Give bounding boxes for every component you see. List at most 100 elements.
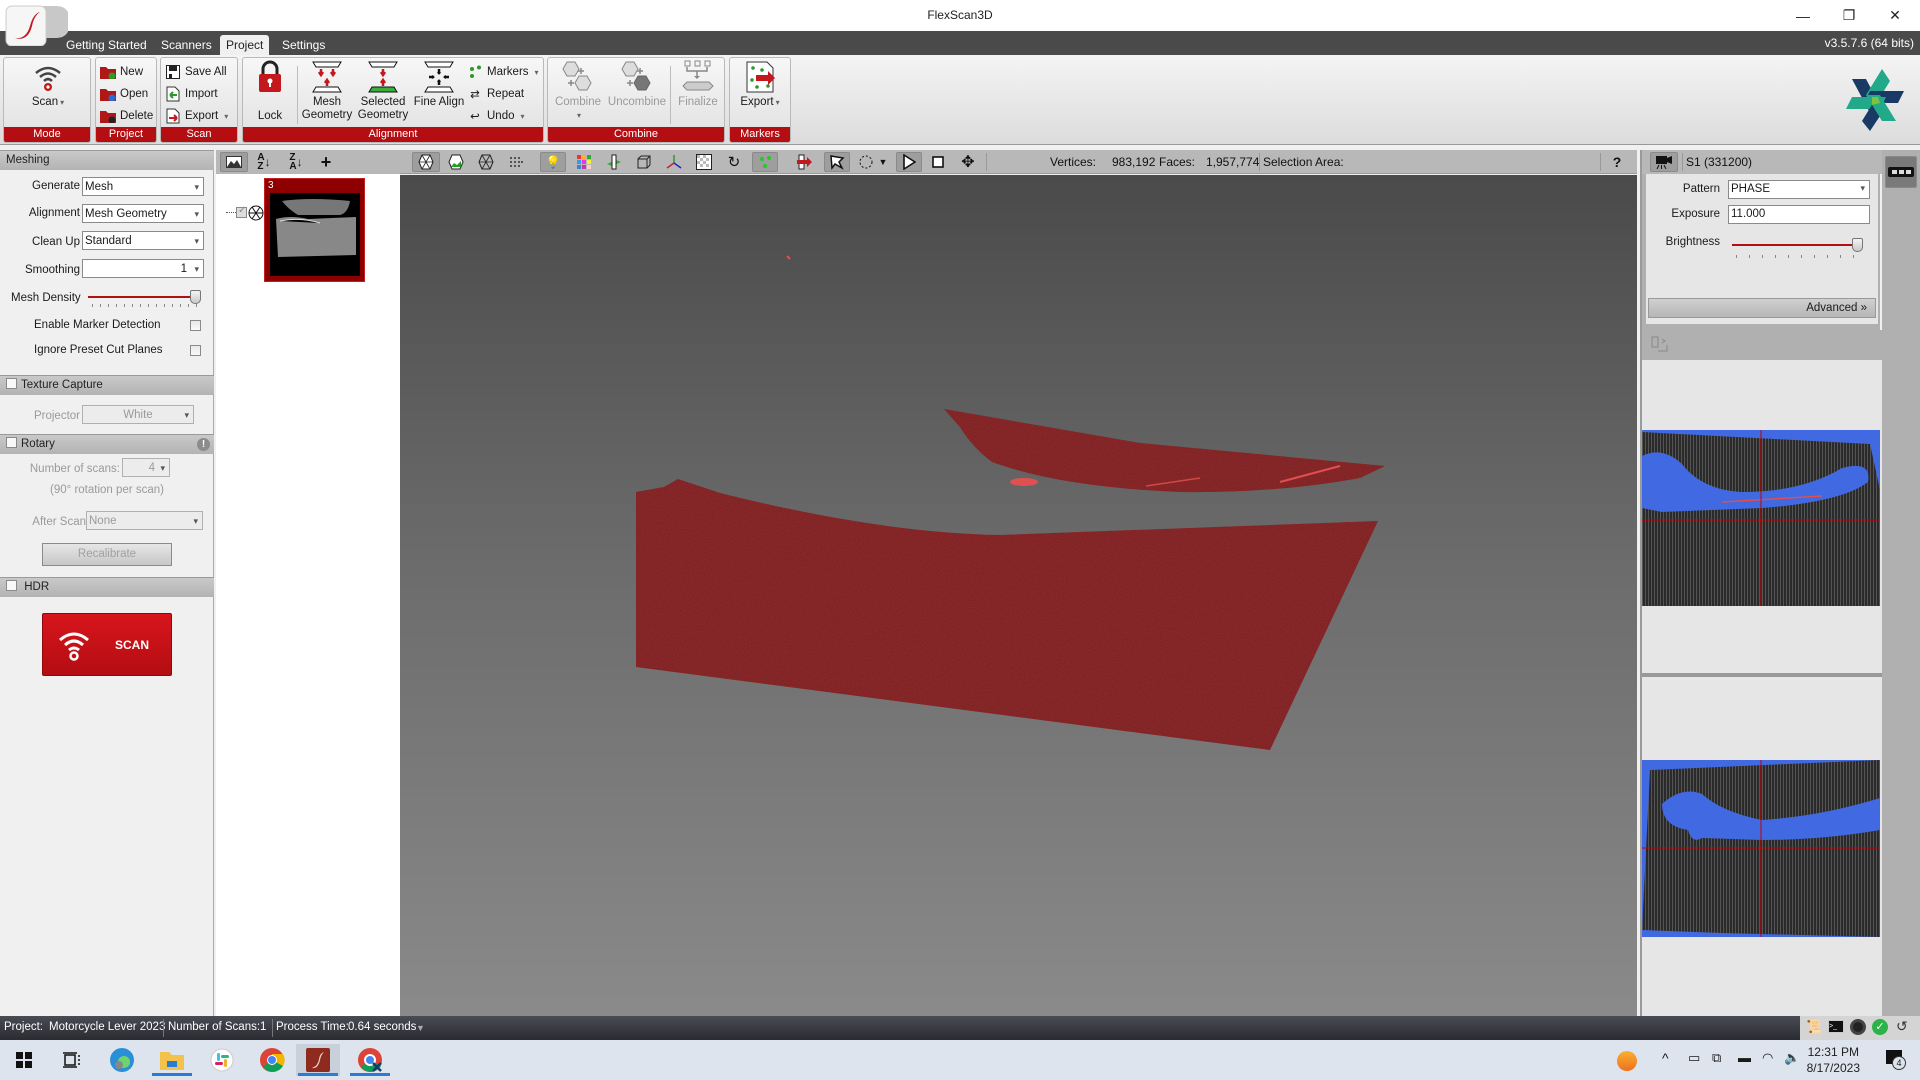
check-ok-icon[interactable]: ✓ bbox=[1872, 1019, 1888, 1035]
number-of-scans-select[interactable]: 4 bbox=[122, 458, 170, 477]
stop-button[interactable] bbox=[926, 152, 950, 172]
axes-button[interactable] bbox=[662, 152, 686, 172]
marker-detection-checkbox[interactable] bbox=[190, 320, 201, 331]
minimize-button[interactable]: — bbox=[1780, 0, 1826, 31]
bounding-box-button[interactable] bbox=[632, 152, 656, 172]
after-scan-select[interactable]: None bbox=[86, 511, 203, 530]
console-icon[interactable]: >_ bbox=[1828, 1020, 1844, 1033]
import-button[interactable]: Import bbox=[165, 84, 218, 104]
taskbar-edge[interactable] bbox=[100, 1044, 144, 1076]
swap-view-button[interactable] bbox=[1648, 335, 1672, 355]
scan-mesh-main-surface[interactable] bbox=[636, 479, 1378, 750]
lasso-select-button[interactable] bbox=[824, 152, 850, 172]
generate-select[interactable]: Mesh bbox=[82, 177, 204, 196]
point-cloud-view-button[interactable] bbox=[504, 152, 528, 172]
save-all-button[interactable]: Save All bbox=[165, 62, 227, 82]
selected-geometry-align-button[interactable]: Selected Geometry bbox=[355, 60, 411, 128]
chevron-up-icon[interactable]: ^ bbox=[1662, 1050, 1669, 1066]
pan-button[interactable]: ✥ bbox=[956, 152, 980, 172]
meet-camera-icon[interactable]: ▭ bbox=[1688, 1050, 1700, 1066]
rotary-section-header[interactable]: Rotary ! bbox=[0, 434, 214, 454]
add-scan-button[interactable]: + bbox=[314, 152, 338, 172]
fine-align-button[interactable]: Fine Align bbox=[411, 60, 467, 128]
rotary-checkbox[interactable] bbox=[6, 437, 17, 448]
wireframe-view-button[interactable] bbox=[474, 152, 498, 172]
start-button[interactable] bbox=[2, 1044, 46, 1076]
texture-capture-checkbox[interactable] bbox=[6, 378, 17, 389]
projector-select[interactable]: White bbox=[82, 405, 194, 424]
mesh-density-slider[interactable] bbox=[190, 290, 201, 304]
camera-image-1[interactable] bbox=[1642, 430, 1880, 606]
send-to-button[interactable] bbox=[792, 152, 816, 172]
smoothing-spinner[interactable]: 1 bbox=[82, 259, 204, 278]
finalize-button[interactable]: Finalize bbox=[670, 60, 724, 128]
new-project-button[interactable]: New bbox=[100, 62, 143, 82]
camera-image-2[interactable] bbox=[1642, 760, 1880, 937]
wifi-icon[interactable]: ◠ bbox=[1762, 1050, 1773, 1066]
taskbar-slack[interactable] bbox=[200, 1044, 244, 1076]
export-scan-button[interactable]: Export ▾ bbox=[165, 106, 228, 126]
select-mode-dropdown[interactable]: ▼ bbox=[876, 152, 890, 172]
display-icon[interactable]: ⧉ bbox=[1712, 1050, 1721, 1066]
help-button[interactable]: ? bbox=[1605, 152, 1629, 172]
texture-view-button[interactable] bbox=[444, 152, 468, 172]
volume-icon[interactable]: 🔈 bbox=[1784, 1050, 1800, 1066]
delete-project-button[interactable]: Delete bbox=[100, 106, 153, 126]
color-map-button[interactable] bbox=[572, 152, 596, 172]
transparency-button[interactable] bbox=[692, 152, 716, 172]
3d-viewport[interactable] bbox=[400, 175, 1637, 1016]
notification-center-button[interactable]: 4 bbox=[1886, 1050, 1906, 1070]
scan-thumbnail[interactable]: 3 bbox=[264, 178, 365, 282]
undo-button[interactable]: ↩ Undo ▾ bbox=[467, 106, 524, 126]
uncombine-button[interactable]: Uncombine bbox=[606, 60, 668, 128]
brightness-slider[interactable] bbox=[1852, 238, 1863, 252]
scan-visible-checkbox[interactable]: ✓ bbox=[236, 205, 247, 218]
scanner-device-button[interactable] bbox=[1885, 156, 1917, 188]
mesh-geometry-align-button[interactable]: Mesh Geometry bbox=[299, 60, 355, 128]
chevron-down-icon[interactable]: ▼ bbox=[416, 1023, 425, 1033]
meshing-section-header[interactable]: Meshing bbox=[0, 150, 214, 170]
tab-getting-started[interactable]: Getting Started bbox=[60, 35, 153, 55]
hdr-checkbox[interactable] bbox=[6, 580, 17, 591]
taskbar-file-explorer[interactable] bbox=[150, 1044, 194, 1076]
system-clock[interactable]: 12:31 PM 8/17/2023 bbox=[1807, 1044, 1860, 1076]
recalibrate-button[interactable]: Recalibrate bbox=[42, 543, 172, 566]
texture-capture-section-header[interactable]: Texture Capture bbox=[0, 375, 214, 395]
taskbar-chrome[interactable] bbox=[250, 1044, 294, 1076]
reset-view-button[interactable]: ↻ bbox=[722, 152, 746, 172]
alignment-select[interactable]: Mesh Geometry bbox=[82, 204, 204, 223]
scan-mode-button[interactable]: Scan ▾ bbox=[20, 60, 76, 128]
target-icon[interactable] bbox=[1850, 1019, 1866, 1035]
orange-status-icon[interactable] bbox=[1617, 1051, 1637, 1071]
circle-select-button[interactable] bbox=[854, 152, 878, 172]
camera-toggle-button[interactable] bbox=[1650, 152, 1678, 172]
combine-button[interactable]: Combine ▾ bbox=[550, 60, 606, 128]
repeat-button[interactable]: ⇄ Repeat bbox=[467, 84, 524, 104]
battery-icon[interactable]: ▬ bbox=[1738, 1050, 1751, 1065]
lock-button[interactable]: Lock bbox=[245, 60, 295, 128]
mesh-view-button[interactable] bbox=[412, 152, 440, 172]
lighting-button[interactable]: 💡 bbox=[540, 152, 566, 172]
markers-button[interactable]: Markers ▾ bbox=[467, 62, 539, 82]
scan-button[interactable]: SCAN bbox=[42, 613, 172, 676]
thumbnail-view-button[interactable] bbox=[220, 152, 248, 172]
scan-mesh-lever-surface[interactable] bbox=[944, 409, 1385, 493]
markers-display-button[interactable] bbox=[752, 152, 778, 172]
taskbar-flexscan3d[interactable] bbox=[296, 1044, 340, 1076]
tab-scanners[interactable]: Scanners bbox=[155, 35, 218, 55]
open-project-button[interactable]: Open bbox=[100, 84, 148, 104]
script-add-icon[interactable]: 📜 bbox=[1806, 1019, 1822, 1035]
advanced-button[interactable]: Advanced » bbox=[1648, 298, 1876, 318]
cut-plane-button[interactable] bbox=[602, 152, 626, 172]
taskbar-chrome-profile[interactable] bbox=[348, 1044, 392, 1076]
task-view-button[interactable] bbox=[50, 1044, 94, 1076]
tab-settings[interactable]: Settings bbox=[276, 35, 331, 55]
pattern-select[interactable]: PHASE ▾ bbox=[1728, 180, 1870, 199]
clean-up-select[interactable]: Standard bbox=[82, 231, 204, 250]
exposure-input[interactable]: 11.000 bbox=[1728, 205, 1870, 224]
ignore-cut-planes-checkbox[interactable] bbox=[190, 345, 201, 356]
tab-project[interactable]: Project bbox=[220, 35, 270, 55]
play-button[interactable] bbox=[896, 152, 922, 172]
sort-ascending-button[interactable]: A Z ↓ bbox=[252, 152, 276, 172]
warning-icon[interactable]: ! bbox=[197, 438, 210, 451]
